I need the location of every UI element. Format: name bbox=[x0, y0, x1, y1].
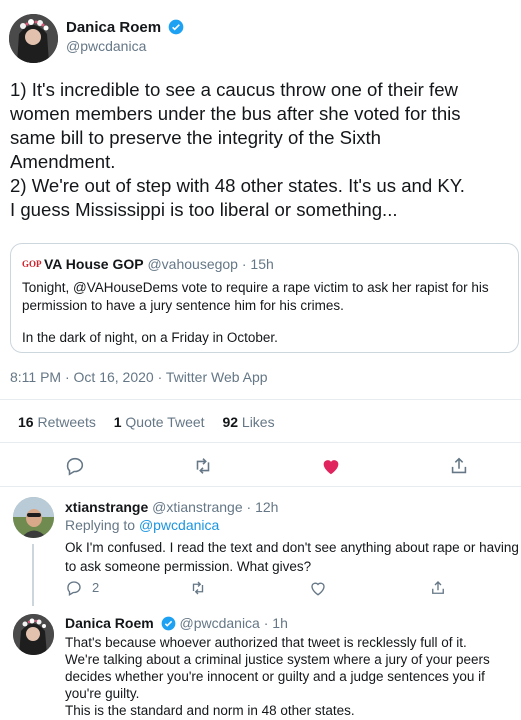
quotes-label: Quote Tweet bbox=[125, 414, 205, 430]
quotes-count: 1 bbox=[113, 414, 122, 430]
retweet-icon[interactable] bbox=[192, 455, 214, 477]
avatar-reply1-author[interactable] bbox=[13, 497, 54, 538]
likes-count: 92 bbox=[222, 414, 239, 430]
quoted-text-line: permission to have a jury sentence him f… bbox=[22, 298, 344, 313]
stats-row: 16 Retweets 1 Quote Tweet 92 Likes bbox=[18, 413, 275, 431]
quoted-author-row[interactable]: VA House GOP @vahousegop · 15h bbox=[44, 256, 274, 272]
main-author-name-row[interactable]: Danica Roem bbox=[66, 19, 184, 37]
main-tweet-line: 1) It's incredible to see a caucus throw… bbox=[10, 79, 458, 100]
avatar-main-author[interactable] bbox=[9, 14, 58, 63]
reply1-text-line: Ok I'm confused. I read the text and don… bbox=[65, 540, 519, 555]
reply2-author-name[interactable]: Danica Roem bbox=[65, 615, 154, 631]
reply1-time[interactable]: · 12h bbox=[247, 499, 279, 515]
like-icon[interactable] bbox=[320, 455, 342, 477]
retweets-label: Retweets bbox=[37, 414, 96, 430]
reply2-text-line: That's because whoever authorized that t… bbox=[65, 635, 467, 650]
share-icon[interactable] bbox=[448, 455, 470, 477]
retweets-count: 16 bbox=[18, 414, 34, 430]
reply1-text-line: to ask someone permission. What gives? bbox=[65, 559, 312, 574]
main-tweet-line: same bill to preserve the integrity of t… bbox=[10, 127, 382, 148]
divider bbox=[0, 399, 521, 400]
likes-stat[interactable]: 92 Likes bbox=[222, 414, 274, 430]
main-tweet-line: women members under the bus after she vo… bbox=[10, 103, 461, 124]
replying-to-label: Replying to bbox=[65, 517, 136, 533]
share-icon[interactable] bbox=[429, 579, 447, 597]
like-icon[interactable] bbox=[309, 579, 327, 597]
reply2-text-line: This is the standard and norm in 48 othe… bbox=[65, 703, 355, 718]
gop-logo-icon: GOP bbox=[22, 259, 42, 269]
divider bbox=[0, 486, 521, 487]
quoted-author-handle[interactable]: @vahousegop bbox=[147, 256, 238, 272]
main-tweet-text: 1) It's incredible to see a caucus throw… bbox=[10, 78, 520, 222]
reply2-text-line: you're guilty. bbox=[65, 686, 140, 701]
verified-badge-icon bbox=[168, 19, 184, 35]
main-author-handle[interactable]: @pwcdanica bbox=[66, 38, 146, 54]
quotes-stat[interactable]: 1 Quote Tweet bbox=[114, 414, 209, 430]
quoted-text-line: Tonight, @VAHouseDems vote to require a … bbox=[22, 280, 489, 295]
retweets-stat[interactable]: 16 Retweets bbox=[18, 414, 100, 430]
verified-badge-icon bbox=[161, 616, 176, 631]
reply-icon[interactable] bbox=[64, 455, 86, 477]
reply1-reply-count: 2 bbox=[92, 580, 100, 595]
reply2-author-handle[interactable]: @pwcdanica bbox=[179, 615, 259, 631]
reply1-author-name[interactable]: xtianstrange bbox=[65, 499, 148, 515]
avatar-reply2-author[interactable] bbox=[13, 614, 54, 655]
reply-thread-line bbox=[32, 544, 34, 606]
main-author-name[interactable]: Danica Roem bbox=[66, 19, 161, 36]
quoted-author-name[interactable]: VA House GOP bbox=[44, 256, 144, 272]
reply2-author-row[interactable]: Danica Roem @pwcdanica · 1h bbox=[65, 615, 288, 631]
main-tweet-line: 2) We're out of step with 48 other state… bbox=[10, 175, 465, 196]
main-tweet-line: Amendment. bbox=[10, 151, 116, 172]
quoted-tweet-time: · 15h bbox=[241, 256, 274, 272]
reply2-text-line: decides whether you're innocent or guilt… bbox=[65, 669, 485, 684]
reply1-replying-to: Replying to @pwcdanica bbox=[65, 517, 219, 533]
reply2-text-line: We're talking about a criminal justice s… bbox=[65, 652, 490, 667]
main-tweet-timestamp[interactable]: 8:11 PM · Oct 16, 2020 · Twitter Web App bbox=[10, 368, 268, 386]
likes-label: Likes bbox=[241, 414, 275, 430]
main-tweet-line: I guess Mississippi is too liberal or so… bbox=[10, 199, 398, 220]
retweet-icon[interactable] bbox=[189, 579, 207, 597]
reply-icon[interactable] bbox=[65, 579, 83, 597]
replying-to-handle[interactable]: @pwcdanica bbox=[139, 517, 219, 533]
reply1-author-row[interactable]: xtianstrange @xtianstrange · 12h bbox=[65, 499, 278, 515]
quoted-tweet-text: Tonight, @VAHouseDems vote to require a … bbox=[22, 279, 516, 347]
reply1-text: Ok I'm confused. I read the text and don… bbox=[65, 538, 520, 576]
reply1-author-handle[interactable]: @xtianstrange bbox=[152, 499, 242, 515]
quoted-text-line: In the dark of night, on a Friday in Oct… bbox=[22, 330, 278, 345]
divider bbox=[0, 442, 521, 443]
reply2-time[interactable]: · 1h bbox=[264, 615, 288, 631]
reply2-text: That's because whoever authorized that t… bbox=[65, 634, 520, 719]
